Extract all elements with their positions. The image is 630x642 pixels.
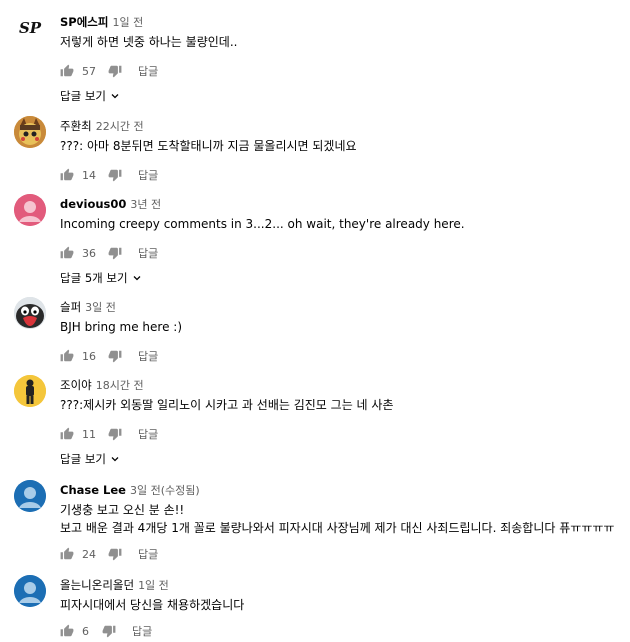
- avatar-image: [14, 116, 46, 148]
- comment-author[interactable]: 조이야: [60, 378, 92, 392]
- thumbs-down-icon: [108, 247, 122, 260]
- comment-text: BJH bring me here :): [60, 320, 182, 334]
- comment-author[interactable]: SP에스피: [60, 15, 108, 29]
- dislike-button[interactable]: [108, 246, 122, 260]
- like-button[interactable]: [60, 547, 74, 561]
- reply-button[interactable]: 답글: [138, 546, 158, 562]
- dislike-button[interactable]: [108, 168, 122, 182]
- like-button[interactable]: [60, 427, 74, 441]
- thumbs-down-icon: [108, 350, 122, 363]
- avatar[interactable]: [14, 375, 46, 407]
- comment-time[interactable]: 3일 전: [85, 301, 116, 314]
- like-button[interactable]: [60, 64, 74, 78]
- view-replies-label: 답글 보기: [60, 89, 106, 103]
- thumbs-up-icon: [60, 168, 74, 181]
- reply-button[interactable]: 답글: [138, 167, 158, 183]
- thumbs-down-icon: [108, 169, 122, 182]
- comment-time[interactable]: 1일 전: [112, 16, 143, 29]
- comment-author[interactable]: 슬퍼: [60, 300, 81, 314]
- like-count: 6: [82, 624, 89, 638]
- dislike-button[interactable]: [108, 349, 122, 363]
- like-count: 36: [82, 246, 96, 260]
- default-avatar-icon: [14, 480, 46, 512]
- avatar-image: [14, 375, 46, 407]
- like-button[interactable]: [60, 168, 74, 182]
- comments-page: { "comments": [ {"author":"SP에스피","time"…: [0, 0, 630, 641]
- comment-author[interactable]: devious00: [60, 197, 126, 211]
- dislike-button[interactable]: [108, 427, 122, 441]
- like-count: 11: [82, 427, 96, 441]
- comment-text: ???: 아마 8분뒤면 도착할태니까 지금 물올리시면 되겠네요: [60, 139, 357, 153]
- default-avatar-icon: [14, 194, 46, 226]
- comment-text: ???:제시카 외동딸 일리노이 시카고 과 선배는 김진모 그는 네 사촌: [60, 398, 394, 412]
- chevron-down-icon: [111, 457, 119, 462]
- comment-text: Incoming creepy comments in 3...2... oh …: [60, 217, 465, 231]
- like-count: 57: [82, 64, 96, 78]
- avatar[interactable]: [14, 116, 46, 148]
- thumbs-up-icon: [60, 349, 74, 362]
- view-replies-button[interactable]: 답글 보기: [60, 450, 121, 468]
- dislike-button[interactable]: [102, 624, 116, 638]
- like-button[interactable]: [60, 349, 74, 363]
- reply-button[interactable]: 답글: [138, 426, 158, 442]
- comment-text: 저렇게 하면 넷중 하나는 불량인데..: [60, 35, 238, 49]
- comment-time[interactable]: 22시간 전: [96, 120, 144, 133]
- thumbs-down-icon: [108, 65, 122, 78]
- avatar-logo-text: SP: [18, 19, 42, 37]
- reply-button[interactable]: 답글: [132, 623, 152, 639]
- like-count: 24: [82, 547, 96, 561]
- view-replies-label: 답글 보기: [60, 452, 106, 466]
- thumbs-up-icon: [60, 427, 74, 440]
- chevron-down-icon: [111, 94, 119, 99]
- reply-button[interactable]: 답글: [138, 63, 158, 79]
- thumbs-up-icon: [60, 624, 74, 637]
- comment-author[interactable]: 주환최: [60, 119, 92, 133]
- thumbs-up-icon: [60, 547, 74, 560]
- avatar-image: [14, 297, 46, 329]
- like-count: 16: [82, 349, 96, 363]
- default-avatar-icon: [14, 575, 46, 607]
- comment-text: 피자시대에서 당신을 채용하겠습니다: [60, 598, 245, 612]
- like-button[interactable]: [60, 624, 74, 638]
- comment-author[interactable]: 올는니온리올던: [60, 578, 134, 592]
- thumbs-down-icon: [108, 548, 122, 561]
- avatar[interactable]: [14, 575, 46, 607]
- thumbs-down-icon: [102, 625, 116, 638]
- comment-text: 기생충 보고 오신 분 손!! 보고 배운 결과 4개당 1개 꼴로 불량나와서…: [60, 503, 615, 535]
- like-button[interactable]: [60, 246, 74, 260]
- comment-author[interactable]: Chase Lee: [60, 483, 126, 497]
- avatar[interactable]: [14, 297, 46, 329]
- thumbs-up-icon: [60, 64, 74, 77]
- thumbs-up-icon: [60, 246, 74, 259]
- comment-time[interactable]: 3일 전(수정됨): [130, 484, 200, 497]
- view-replies-label: 답글 5개 보기: [60, 271, 128, 285]
- comment-time[interactable]: 18시간 전: [96, 379, 144, 392]
- avatar[interactable]: SP: [14, 12, 46, 44]
- avatar[interactable]: [14, 194, 46, 226]
- comment-time[interactable]: 1일 전: [138, 579, 169, 592]
- reply-button[interactable]: 답글: [138, 245, 158, 261]
- comment-time[interactable]: 3년 전: [130, 198, 161, 211]
- like-count: 14: [82, 168, 96, 182]
- dislike-button[interactable]: [108, 547, 122, 561]
- reply-button[interactable]: 답글: [138, 348, 158, 364]
- chevron-down-icon: [133, 276, 140, 281]
- thumbs-down-icon: [108, 428, 122, 441]
- view-replies-button[interactable]: 답글 보기: [60, 87, 121, 105]
- avatar[interactable]: [14, 480, 46, 512]
- dislike-button[interactable]: [108, 64, 122, 78]
- view-replies-button[interactable]: 답글 5개 보기: [60, 269, 143, 287]
